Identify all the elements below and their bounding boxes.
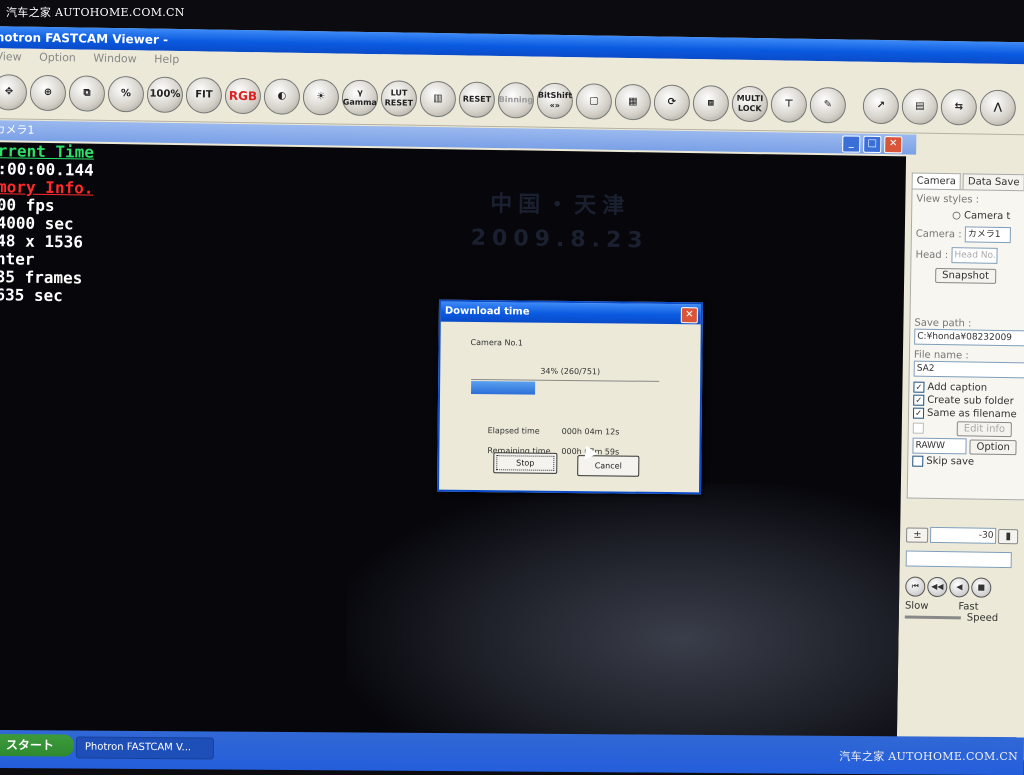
percent-button[interactable]: % <box>107 75 145 113</box>
dialog-camera: Camera No.1 <box>470 337 523 348</box>
color-bars-button[interactable]: ▥ <box>419 80 457 118</box>
frame-slider-thumb[interactable]: ▮ <box>998 528 1019 544</box>
playback-controls: ± -30 ▮ ⏮ ◀◀ ◀ ■ Slow Fast Speed <box>904 526 1024 624</box>
info-overlay: urrent Time 0:00:00.144 emory Info. 000 … <box>0 142 94 306</box>
stop-icon[interactable]: ■ <box>971 577 992 598</box>
menu-help[interactable]: Help <box>154 53 179 66</box>
zoom-button[interactable]: ⊕ <box>29 74 67 112</box>
camera-radio[interactable]: Camera t <box>964 210 1011 222</box>
frame-select-button[interactable]: ▢ <box>575 83 613 120</box>
file-name-field[interactable]: SA2 <box>913 360 1024 379</box>
binning-button[interactable]: Binning <box>497 82 535 119</box>
camera-field[interactable]: カメラ1 <box>964 226 1011 244</box>
gamma-button[interactable]: γ Gamma <box>341 79 379 117</box>
edit-info-button[interactable]: Edit info <box>956 421 1013 438</box>
create-sub-folder-checkbox[interactable]: ✓ <box>913 394 925 406</box>
date-stamp: 中国・天津 2009.8.23 <box>470 188 649 259</box>
view-styles-label: View styles : <box>916 193 980 206</box>
brightness-button[interactable]: ☀ <box>302 78 340 116</box>
seek-bar[interactable] <box>905 550 1012 569</box>
car-image <box>344 477 907 745</box>
contrast-button[interactable]: ◐ <box>263 78 301 115</box>
rgb-button[interactable]: RGB <box>224 77 262 115</box>
snapshot-button[interactable]: Snapshot <box>935 267 997 284</box>
minimize-button[interactable]: _ <box>842 135 861 153</box>
menu-window[interactable]: Window <box>93 52 137 66</box>
tab-data-save[interactable]: Data Save <box>962 173 1024 191</box>
hundred-percent-button[interactable]: 100% <box>146 76 184 114</box>
menu-view[interactable]: View <box>0 50 22 63</box>
progress-fill <box>471 380 536 395</box>
layout-button[interactable]: ⧈ <box>692 85 730 122</box>
multi-lock-button[interactable]: MULTI LOCK <box>731 85 769 123</box>
create-sub-folder-label: Create sub folder <box>927 394 1014 408</box>
taskbar-item-fastcam[interactable]: Photron FASTCAM V... <box>75 736 214 760</box>
save-path-field[interactable]: C:¥honda¥08232009 <box>914 328 1024 347</box>
fit-button[interactable]: FIT <box>185 77 223 114</box>
connect-button[interactable]: ⇆ <box>940 88 978 126</box>
tab-camera[interactable]: Camera <box>911 172 962 190</box>
control-panel: Camera Data Save View styles : ○ Camera … <box>898 168 1024 761</box>
option-button[interactable]: Option <box>969 438 1018 455</box>
reverse-play-icon[interactable]: ◀◀ <box>927 576 948 598</box>
start-button[interactable]: スタート <box>0 733 74 757</box>
same-as-filename-label: Same as filename <box>926 407 1017 421</box>
skip-save-checkbox[interactable] <box>912 455 924 467</box>
add-caption-label: Add caption <box>927 381 988 394</box>
disabled-checkbox[interactable] <box>912 422 924 434</box>
first-frame-icon[interactable]: ⏮ <box>905 576 926 597</box>
save-path-label: Save path : <box>914 317 972 330</box>
move-button[interactable]: ✥ <box>0 74 28 111</box>
duration-value: .635 sec <box>0 284 63 306</box>
tile-button[interactable]: ▤ <box>901 88 939 125</box>
measure-button[interactable]: ↗ <box>862 87 900 125</box>
speed-label: Speed <box>966 612 999 624</box>
same-as-filename-checkbox[interactable]: ✓ <box>912 407 925 419</box>
add-caption-checkbox[interactable]: ✓ <box>913 381 925 393</box>
spin-button[interactable]: ± <box>906 526 929 543</box>
download-dialog: Download time ✕ Camera No.1 34% (260/751… <box>437 299 703 495</box>
format-select[interactable]: RAWW <box>912 437 967 455</box>
dialog-close-icon[interactable]: ✕ <box>680 307 698 324</box>
stop-button[interactable]: Stop <box>493 452 558 474</box>
menu-option[interactable]: Option <box>39 51 76 65</box>
progress-text: 34% (260/751) <box>540 366 601 377</box>
fast-label: Fast <box>958 601 979 613</box>
skip-save-label: Skip save <box>926 455 975 468</box>
head-label: Head : <box>915 249 949 262</box>
frame-field[interactable]: -30 <box>930 526 997 544</box>
watermark-top: 汽车之家 AUTOHOME.COM.CN <box>6 6 185 19</box>
camera-label: Camera : <box>915 228 962 241</box>
dialog-title[interactable]: Download time <box>440 301 701 325</box>
watermark-bottom: 汽车之家 AUTOHOME.COM.CN <box>839 750 1018 763</box>
pen-button[interactable]: ✎ <box>809 86 847 124</box>
file-name-label: File name : <box>913 349 969 362</box>
reset-button[interactable]: RESET <box>458 81 496 118</box>
graph-button[interactable]: ⋀ <box>979 89 1017 127</box>
head-field[interactable]: Head No. <box>951 247 998 264</box>
rotate-button[interactable]: ⟳ <box>653 84 691 122</box>
window-controls: _ □ ✕ <box>842 135 903 154</box>
bitshift-button[interactable]: BitShift «» <box>536 82 574 120</box>
window-button[interactable]: ⧉ <box>68 75 106 112</box>
grid-button[interactable]: ▦ <box>614 83 652 121</box>
elapsed-label: Elapsed time <box>487 426 540 436</box>
step-back-icon[interactable]: ◀ <box>949 577 970 598</box>
maximize-button[interactable]: □ <box>863 135 882 154</box>
slow-label: Slow <box>904 600 929 612</box>
progress-bar <box>471 378 660 397</box>
elapsed-value: 000h 04m 12s <box>561 426 620 437</box>
lut-reset-button[interactable]: LUT RESET <box>380 80 418 117</box>
stamp-line-2: 2009.8.23 <box>470 225 649 254</box>
close-button[interactable]: ✕ <box>884 136 903 154</box>
speed-slider[interactable] <box>904 615 961 620</box>
stamp-line-1: 中国・天津 <box>489 191 631 220</box>
trigger-button[interactable]: ⊤ <box>770 86 808 123</box>
